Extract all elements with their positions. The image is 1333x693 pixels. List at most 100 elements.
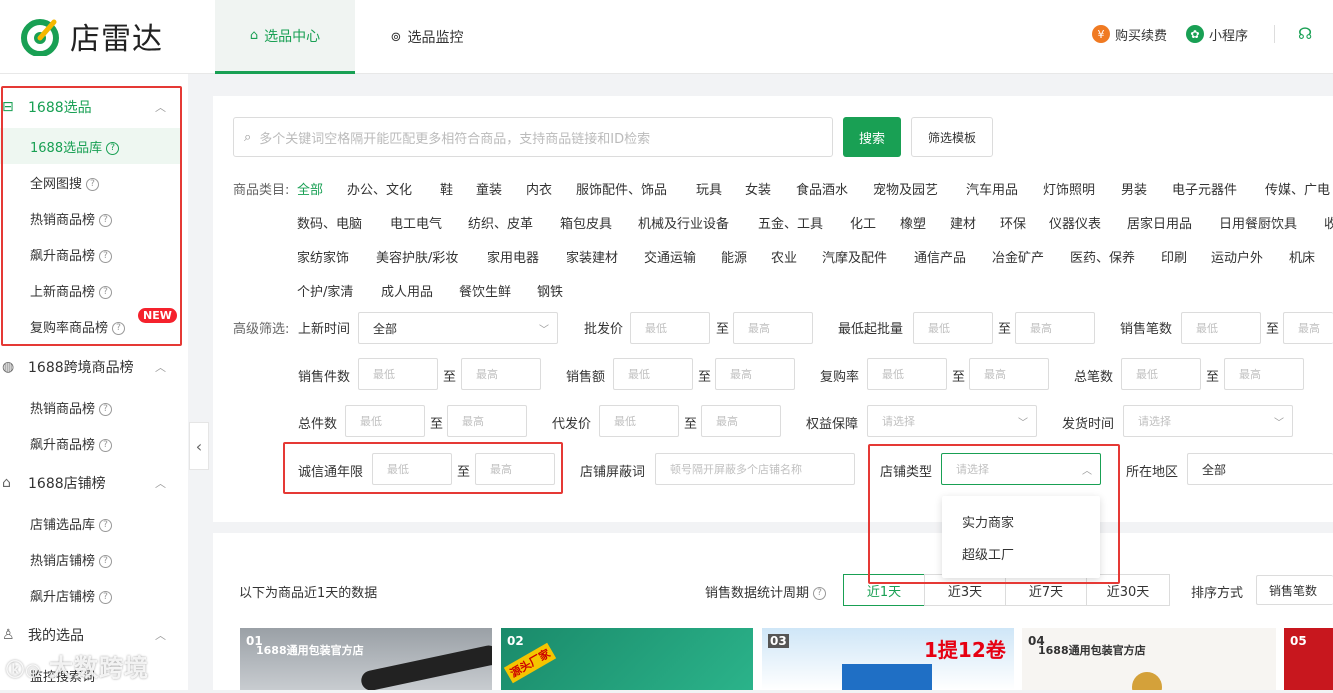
category-item[interactable]: 玩具 [696, 179, 722, 198]
category-item[interactable]: 办公、文化 [347, 179, 412, 198]
search-input[interactable]: ⌕ 多个关键词空格隔开能匹配更多相符合商品，支持商品链接和ID检索 [233, 117, 833, 157]
category-item[interactable]: 餐饮生鲜 [459, 281, 511, 300]
category-item[interactable]: 传媒、广电 [1265, 179, 1330, 198]
collapse-sidebar-button[interactable]: ‹ [189, 422, 209, 470]
sales-pieces-min-input[interactable]: 最低 [358, 358, 438, 390]
product-card[interactable]: 01 1688通用包装官方店 [240, 628, 492, 690]
category-item[interactable]: 灯饰照明 [1043, 179, 1095, 198]
product-card[interactable]: 05 [1284, 628, 1333, 690]
category-item[interactable]: 个护/家清 [297, 281, 353, 300]
category-all[interactable]: 全部 [297, 179, 323, 198]
category-item[interactable]: 通信产品 [914, 247, 966, 266]
category-item[interactable]: 食品酒水 [796, 179, 848, 198]
min-order-max-input[interactable]: 最高 [1015, 312, 1095, 344]
range-to: 至 [952, 370, 966, 385]
filter-label: 店铺屏蔽词 [580, 465, 646, 480]
sidebar-group-shops[interactable]: ⌂ 1688店铺榜 ︿ [0, 465, 188, 501]
repurchase-max-input[interactable]: 最高 [969, 358, 1049, 390]
ship-time-select[interactable]: 请选择 ﹀ [1123, 405, 1293, 437]
sidebar-item-shop-hot[interactable]: 热销店铺榜? [0, 541, 180, 577]
category-item[interactable]: 男装 [1121, 179, 1147, 198]
category-item[interactable]: 电子元器件 [1172, 179, 1237, 198]
category-item[interactable]: 电工电气 [390, 213, 442, 232]
sort-select[interactable]: 销售笔数 [1256, 575, 1333, 605]
category-item[interactable]: 建材 [950, 213, 976, 232]
category-item[interactable]: 鞋 [440, 179, 453, 198]
dropship-max-input[interactable]: 最高 [701, 405, 781, 437]
category-item[interactable]: 服饰配件、饰品 [576, 179, 667, 198]
sidebar-item-cb-hot[interactable]: 热销商品榜? [0, 389, 180, 425]
sales-amount-max-input[interactable]: 最高 [715, 358, 795, 390]
region-select[interactable]: 全部 [1187, 453, 1333, 485]
category-item[interactable]: 童装 [476, 179, 502, 198]
category-item[interactable]: 汽摩及配件 [822, 247, 887, 266]
filter-template-button[interactable]: 筛选模板 [911, 117, 993, 157]
category-item[interactable]: 女装 [745, 179, 771, 198]
sidebar-item-shop-library[interactable]: 店铺选品库? [0, 505, 180, 541]
sales-amount-min-input[interactable]: 最低 [613, 358, 693, 390]
category-item[interactable]: 宠物及园艺 [873, 179, 938, 198]
category-item[interactable]: 内衣 [526, 179, 552, 198]
total-pieces-min-input[interactable]: 最低 [345, 405, 425, 437]
min-order-min-input[interactable]: 最低 [913, 312, 993, 344]
mini-program-link[interactable]: ✿ 小程序 [1186, 24, 1248, 44]
repurchase-min-input[interactable]: 最低 [867, 358, 947, 390]
sales-count-max-input[interactable]: 最高 [1283, 312, 1333, 344]
category-item[interactable]: 机床 [1289, 247, 1315, 266]
category-item[interactable]: 仪器仪表 [1049, 213, 1101, 232]
category-item[interactable]: 居家日用品 [1127, 213, 1192, 232]
category-item[interactable]: 美容护肤/彩妆 [376, 247, 458, 266]
tab-product-center[interactable]: ⌂ 选品中心 [215, 0, 355, 74]
category-item[interactable]: 化工 [850, 213, 876, 232]
help-icon: ? [99, 402, 113, 416]
total-pieces-max-input[interactable]: 最高 [447, 405, 527, 437]
category-item[interactable]: 印刷 [1161, 247, 1187, 266]
category-item[interactable]: 家装建材 [566, 247, 618, 266]
logo[interactable]: 店雷达 [20, 14, 163, 58]
category-item[interactable]: 钢铁 [537, 281, 563, 300]
store-icon: ⌂ [2, 475, 11, 491]
category-item[interactable]: 纺织、皮革 [468, 213, 533, 232]
category-item[interactable]: 橡塑 [900, 213, 926, 232]
filter-label: 销售笔数 [1120, 322, 1173, 337]
category-item[interactable]: 数码、电脑 [297, 213, 362, 232]
range-to: 至 [1266, 322, 1280, 337]
total-orders-min-input[interactable]: 最低 [1121, 358, 1201, 390]
category-item[interactable]: 运动户外 [1211, 247, 1263, 266]
category-item[interactable]: 农业 [771, 247, 797, 266]
sales-pieces-max-input[interactable]: 最高 [461, 358, 541, 390]
dropship-min-input[interactable]: 最低 [599, 405, 679, 437]
buy-renew-link[interactable]: ¥ 购买续费 [1092, 24, 1167, 44]
tab-label: 选品监控 [407, 30, 464, 46]
category-item[interactable]: 能源 [721, 247, 747, 266]
headset-icon[interactable]: ☊ [1298, 24, 1312, 43]
wholesale-max-input[interactable]: 最高 [733, 312, 813, 344]
shop-block-input[interactable]: 顿号隔开屏蔽多个店铺名称 [655, 453, 855, 485]
product-card[interactable]: 02 源头厂家 [501, 628, 753, 690]
category-item[interactable]: 家用电器 [487, 247, 539, 266]
category-item[interactable]: 箱包皮具 [560, 213, 612, 232]
category-item[interactable]: 日用餐厨饮具 [1219, 213, 1297, 232]
category-item[interactable]: 医药、保养 [1070, 247, 1135, 266]
tab-product-monitor[interactable]: ⊚ 选品监控 [372, 0, 482, 74]
sidebar-group-crossborder[interactable]: ◍ 1688跨境商品榜 ︿ [0, 349, 188, 385]
category-item[interactable]: 机械及行业设备 [638, 213, 729, 232]
category-item[interactable]: 五金、工具 [758, 213, 823, 232]
category-item[interactable]: 成人用品 [381, 281, 433, 300]
total-orders-max-input[interactable]: 最高 [1224, 358, 1304, 390]
product-card[interactable]: 03 1提12卷 [762, 628, 1014, 690]
category-item[interactable]: 冶金矿产 [992, 247, 1044, 266]
sales-count-min-input[interactable]: 最低 [1181, 312, 1261, 344]
search-button[interactable]: 搜索 [843, 117, 901, 157]
category-item[interactable]: 家纺家饰 [297, 247, 349, 266]
category-item[interactable]: 收 [1324, 213, 1333, 232]
product-card[interactable]: 04 1688通用包装官方店 [1022, 628, 1276, 690]
wholesale-min-input[interactable]: 最低 [630, 312, 710, 344]
rights-select[interactable]: 请选择 ﹀ [867, 405, 1037, 437]
new-time-select[interactable]: 全部 ﹀ [358, 312, 558, 344]
sidebar-item-shop-rising[interactable]: 飙升店铺榜? [0, 577, 180, 613]
sidebar-item-cb-rising[interactable]: 飙升商品榜? [0, 425, 180, 461]
category-item[interactable]: 交通运输 [644, 247, 696, 266]
category-item[interactable]: 汽车用品 [966, 179, 1018, 198]
category-item[interactable]: 环保 [1000, 213, 1026, 232]
